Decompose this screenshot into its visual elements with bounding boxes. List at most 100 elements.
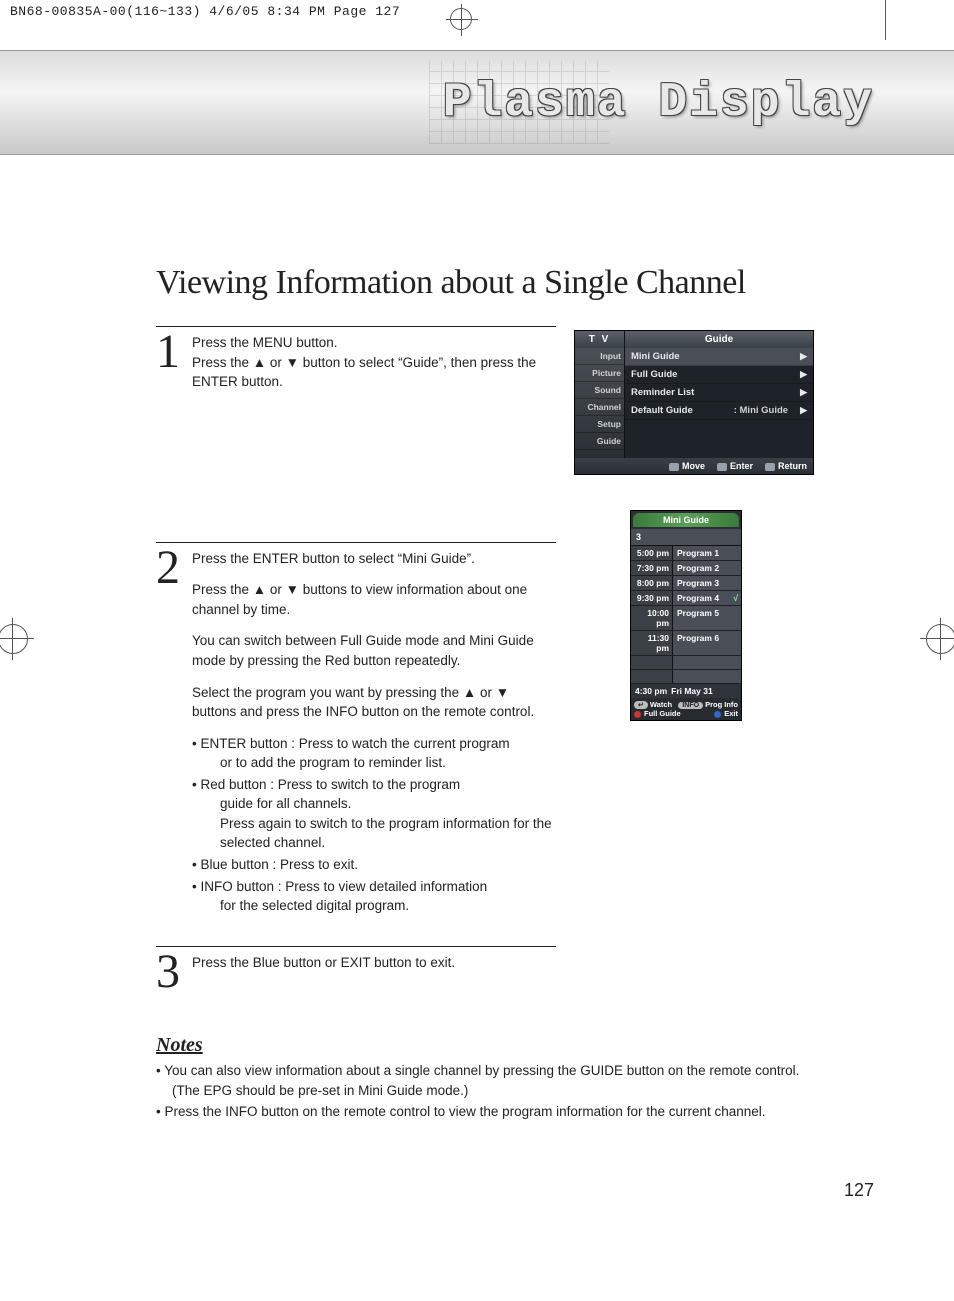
osd2-title: Mini Guide (633, 513, 739, 527)
step2-p2: Press the ▲ or ▼ buttons to view informa… (192, 580, 556, 619)
osd2-item-4[interactable]: 9:30 pm Program 4 (631, 591, 741, 606)
bullet-enter-lead: • ENTER button : Press to watch the curr… (192, 736, 510, 751)
osd2-item-4-prog: Program 4 (673, 591, 741, 605)
step2-p1: Press the ENTER button to select “Mini G… (192, 549, 556, 569)
bullet-blue: • Blue button : Press to exit. (192, 855, 556, 875)
osd2-watch-label: Watch (650, 700, 672, 709)
osd2-channel: 3 (631, 529, 741, 546)
osd2-item-6-time: 11:30 pm (631, 631, 673, 655)
osd1-hint-enter: Enter (717, 461, 753, 471)
step-number-3: 3 (156, 953, 184, 991)
bullet-info-lead: • INFO button : Press to view detailed i… (192, 879, 487, 894)
step-body-3: Press the Blue button or EXIT button to … (192, 953, 455, 991)
step2-p3: You can switch between Full Guide mode a… (192, 631, 556, 670)
step-number-1: 1 (156, 333, 184, 392)
osd2-program-list: 5:00 pm Program 1 7:30 pm Program 2 8:00… (631, 546, 741, 684)
osd1-tv-label: T V (575, 331, 625, 348)
bullet-enter: • ENTER button : Press to watch the curr… (192, 734, 556, 773)
osd2-hint-fullguide: Full Guide (634, 709, 681, 718)
step1-line2: Press the ▲ or ▼ button to select “Guide… (192, 355, 536, 390)
bullet-enter-sub: or to add the program to reminder list. (206, 753, 556, 773)
note-2: • Press the INFO button on the remote co… (156, 1102, 816, 1122)
osd1-title: Guide (625, 331, 813, 348)
enter-pill-icon: ↵ (634, 701, 648, 709)
chevron-right-icon: ▶ (800, 351, 807, 362)
bullet-red-lead: • Red button : Press to switch to the pr… (192, 777, 460, 792)
osd2-item-3[interactable]: 8:00 pm Program 3 (631, 576, 741, 591)
osd2-item-6[interactable]: 11:30 pm Program 6 (631, 631, 741, 656)
banner: Plasma Display (0, 50, 954, 155)
red-dot-icon (634, 711, 641, 718)
osd2-item-blank2 (631, 670, 741, 684)
osd1-row-full-guide[interactable]: Full Guide ▶ (625, 366, 813, 384)
osd1-side-channel[interactable]: Channel (575, 399, 624, 416)
osd1-side-picture[interactable]: Picture (575, 365, 624, 382)
bullet-red: • Red button : Press to switch to the pr… (192, 775, 556, 853)
bullet-red-sub2: Press again to switch to the program inf… (206, 814, 556, 853)
chevron-right-icon: ▶ (800, 387, 807, 398)
osd1-side-sound[interactable]: Sound (575, 382, 624, 399)
osd2-fullguide-label: Full Guide (644, 709, 681, 718)
crop-line-top-right (885, 0, 886, 40)
osd1-side-input[interactable]: Input (575, 348, 624, 365)
registration-mark-top (450, 8, 472, 30)
osd2-status-date: Fri May 31 (671, 686, 713, 696)
osd2-item-5-prog: Program 5 (673, 606, 741, 630)
step-2: 2 Press the ENTER button to select “Mini… (156, 542, 556, 918)
step-body-1: Press the MENU button. Press the ▲ or ▼ … (192, 333, 556, 392)
osd2-exit-label: Exit (724, 709, 738, 718)
step-body-2: Press the ENTER button to select “Mini G… (192, 549, 556, 918)
osd2-footer: ↵Watch INFOProg Info Full Guide Exit (631, 698, 741, 720)
osd2-item-5-time: 10:00 pm (631, 606, 673, 630)
osd1-row-reminder-label: Reminder List (631, 387, 694, 398)
step-1: 1 Press the MENU button. Press the ▲ or … (156, 326, 556, 392)
step1-line1: Press the MENU button. (192, 335, 338, 350)
note-1: • You can also view information about a … (156, 1061, 816, 1100)
osd1-side-setup[interactable]: Setup (575, 416, 624, 433)
osd-mini-guide: Mini Guide 3 5:00 pm Program 1 7:30 pm P… (630, 510, 742, 721)
registration-mark-left (0, 624, 28, 654)
osd1-row-default-guide-label: Default Guide (631, 405, 693, 416)
osd1-row-reminder[interactable]: Reminder List ▶ (625, 384, 813, 402)
osd2-item-2-prog: Program 2 (673, 561, 741, 575)
osd1-header: T V Guide (575, 331, 813, 348)
page-number: 127 (844, 1180, 874, 1201)
bullet-info: • INFO button : Press to view detailed i… (192, 877, 556, 916)
blue-dot-icon (714, 711, 721, 718)
banner-title: Plasma Display (443, 76, 874, 130)
step3-line: Press the Blue button or EXIT button to … (192, 955, 455, 970)
chevron-right-icon: ▶ (800, 405, 807, 416)
osd2-item-4-time: 9:30 pm (631, 591, 673, 605)
osd2-hint-watch: ↵Watch (634, 700, 672, 709)
osd2-item-2-time: 7:30 pm (631, 561, 673, 575)
osd2-item-6-prog: Program 6 (673, 631, 741, 655)
step2-p4: Select the program you want by pressing … (192, 683, 556, 722)
osd1-row-mini-guide[interactable]: Mini Guide ▶ (625, 348, 813, 366)
steps-column: 1 Press the MENU button. Press the ▲ or … (156, 326, 556, 1019)
osd2-status-time: 4:30 pm (635, 686, 667, 696)
osd1-row-default-guide-value: : Mini Guide (734, 405, 788, 416)
osd1-sidebar: Input Picture Sound Channel Setup Guide (575, 348, 625, 458)
print-slug: BN68-00835A-00(116~133) 4/6/05 8:34 PM P… (10, 4, 400, 19)
osd1-footer: Move Enter Return (575, 458, 813, 474)
osd1-row-full-guide-label: Full Guide (631, 369, 677, 380)
osd2-item-5[interactable]: 10:00 pm Program 5 (631, 606, 741, 631)
osd2-item-3-time: 8:00 pm (631, 576, 673, 590)
registration-mark-right (926, 624, 954, 654)
step2-bullets: • ENTER button : Press to watch the curr… (192, 734, 556, 916)
osd1-row-default-guide[interactable]: Default Guide : Mini Guide ▶ (625, 402, 813, 420)
osd2-item-1[interactable]: 5:00 pm Program 1 (631, 546, 741, 561)
step-3: 3 Press the Blue button or EXIT button t… (156, 946, 556, 991)
osd2-item-blank1 (631, 656, 741, 670)
osd2-item-3-prog: Program 3 (673, 576, 741, 590)
osd2-item-1-prog: Program 1 (673, 546, 741, 560)
osd-guide-menu: T V Guide Input Picture Sound Channel Se… (574, 330, 814, 475)
osd2-item-2[interactable]: 7:30 pm Program 2 (631, 561, 741, 576)
osd1-row-mini-guide-label: Mini Guide (631, 351, 680, 362)
bullet-info-sub: for the selected digital program. (206, 896, 556, 916)
page-title: Viewing Information about a Single Chann… (156, 264, 746, 302)
osd1-hint-move: Move (669, 461, 705, 471)
info-pill-icon: INFO (678, 702, 703, 709)
osd1-side-guide[interactable]: Guide (575, 433, 624, 450)
osd1-main: Mini Guide ▶ Full Guide ▶ Reminder List … (625, 348, 813, 458)
